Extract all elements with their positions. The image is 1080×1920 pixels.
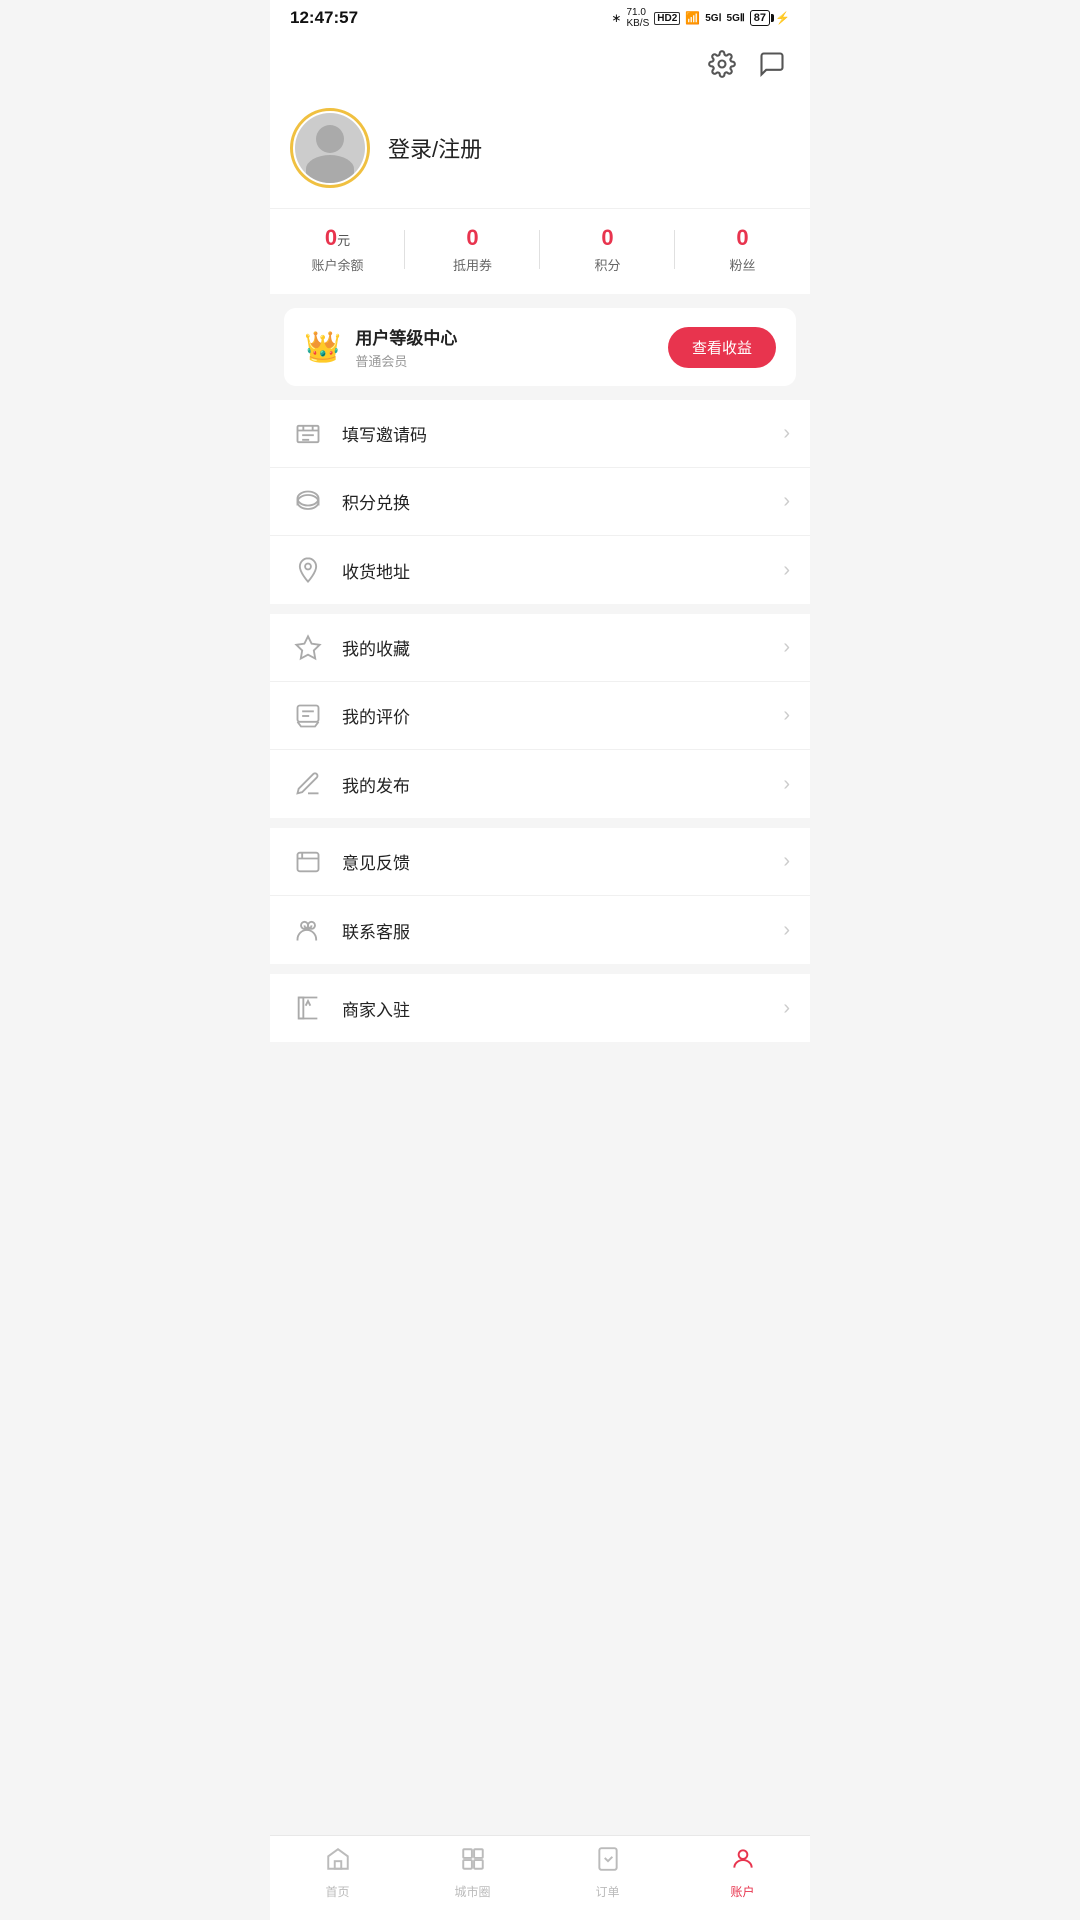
invite-label: 填写邀请码 — [342, 421, 783, 446]
charging-icon: ⚡ — [775, 11, 790, 25]
publish-label: 我的发布 — [342, 772, 783, 797]
points-label: 积分兑换 — [342, 489, 783, 514]
menu-item-address[interactable]: 收货地址 › — [270, 536, 810, 604]
avatar-head — [316, 125, 344, 153]
home-icon — [325, 1846, 351, 1879]
nav-city[interactable]: 城市圈 — [405, 1846, 540, 1900]
publish-icon — [290, 766, 326, 802]
city-icon — [460, 1846, 486, 1879]
bluetooth-icon: ∗ — [611, 11, 621, 25]
signal-5g2-icon: 5GⅡ — [727, 13, 745, 24]
merchant-icon — [290, 990, 326, 1026]
nav-home[interactable]: 首页 — [270, 1846, 405, 1900]
status-bar: 12:47:57 ∗ 71.0KB/S HD2 📶 5GⅠ 5GⅡ 87 ⚡ — [270, 0, 810, 36]
avatar-image — [295, 113, 365, 183]
points-icon — [290, 484, 326, 520]
status-icons: ∗ 71.0KB/S HD2 📶 5GⅠ 5GⅡ 87 ⚡ — [611, 7, 790, 29]
signal-5g-icon: 5GⅠ — [705, 13, 721, 24]
service-arrow: › — [783, 919, 790, 942]
level-title: 用户等级中心 — [355, 324, 457, 349]
points-arrow: › — [783, 490, 790, 513]
feedback-arrow: › — [783, 850, 790, 873]
address-icon — [290, 552, 326, 588]
nav-order[interactable]: 订单 — [540, 1846, 675, 1900]
settings-button[interactable] — [704, 46, 740, 82]
avatar[interactable] — [290, 108, 370, 188]
invite-arrow: › — [783, 422, 790, 445]
message-button[interactable] — [754, 46, 790, 82]
login-register-text[interactable]: 登录/注册 — [388, 132, 482, 164]
order-icon — [595, 1846, 621, 1879]
speed-label: 71.0KB/S — [626, 7, 649, 29]
nav-city-label: 城市圈 — [454, 1883, 490, 1900]
address-arrow: › — [783, 559, 790, 582]
crown-icon: 👑 — [304, 330, 341, 365]
stat-points[interactable]: 0 积分 — [540, 225, 675, 274]
stat-fans[interactable]: 0 粉丝 — [675, 225, 810, 274]
battery-indicator: 87 — [750, 10, 770, 26]
view-earnings-button[interactable]: 查看收益 — [668, 327, 776, 368]
favorites-arrow: › — [783, 636, 790, 659]
feedback-label: 意见反馈 — [342, 849, 783, 874]
menu-item-reviews[interactable]: 我的评价 › — [270, 682, 810, 750]
menu-item-favorites[interactable]: 我的收藏 › — [270, 614, 810, 682]
account-icon — [730, 1846, 756, 1879]
publish-arrow: › — [783, 773, 790, 796]
menu-item-service[interactable]: 联系客服 › — [270, 896, 810, 964]
level-subtitle: 普通会员 — [355, 351, 457, 370]
stats-row: 0元 账户余额 0 抵用券 0 积分 0 粉丝 — [270, 208, 810, 294]
level-section: 👑 用户等级中心 普通会员 查看收益 — [270, 294, 810, 400]
menu-group-4: 商家入驻 › — [270, 974, 810, 1042]
wifi-icon: 📶 — [685, 11, 700, 25]
menu-group-2: 我的收藏 › 我的评价 › — [270, 614, 810, 818]
address-label: 收货地址 — [342, 558, 783, 583]
nav-order-label: 订单 — [595, 1883, 619, 1900]
level-card: 👑 用户等级中心 普通会员 查看收益 — [284, 308, 796, 386]
stat-coupon[interactable]: 0 抵用券 — [405, 225, 540, 274]
merchant-label: 商家入驻 — [342, 996, 783, 1021]
reviews-arrow: › — [783, 704, 790, 727]
bottom-nav: 首页 城市圈 订单 账户 — [270, 1835, 810, 1920]
menu-item-merchant[interactable]: 商家入驻 › — [270, 974, 810, 1042]
menu-group-1: 填写邀请码 › 积分兑换 › — [270, 400, 810, 604]
menu-item-points[interactable]: 积分兑换 › — [270, 468, 810, 536]
nav-account[interactable]: 账户 — [675, 1846, 810, 1900]
header — [270, 36, 810, 92]
hd2-badge: HD2 — [654, 12, 680, 25]
avatar-body — [306, 155, 354, 183]
menu-item-publish[interactable]: 我的发布 › — [270, 750, 810, 818]
reviews-icon — [290, 698, 326, 734]
favorites-label: 我的收藏 — [342, 635, 783, 660]
feedback-icon — [290, 844, 326, 880]
status-time: 12:47:57 — [290, 8, 358, 28]
invite-icon — [290, 416, 326, 452]
level-info-left: 👑 用户等级中心 普通会员 — [304, 324, 457, 370]
stat-balance[interactable]: 0元 账户余额 — [270, 225, 405, 274]
nav-home-label: 首页 — [325, 1883, 349, 1900]
profile-section: 登录/注册 — [270, 92, 810, 208]
service-label: 联系客服 — [342, 918, 783, 943]
service-icon — [290, 912, 326, 948]
reviews-label: 我的评价 — [342, 703, 783, 728]
menu-group-3: 意见反馈 › 联系客服 › — [270, 828, 810, 964]
nav-account-label: 账户 — [730, 1883, 754, 1900]
menu-item-invite[interactable]: 填写邀请码 › — [270, 400, 810, 468]
merchant-arrow: › — [783, 997, 790, 1020]
menu-section: 填写邀请码 › 积分兑换 › — [270, 400, 810, 1042]
favorites-icon — [290, 630, 326, 666]
menu-item-feedback[interactable]: 意见反馈 › — [270, 828, 810, 896]
